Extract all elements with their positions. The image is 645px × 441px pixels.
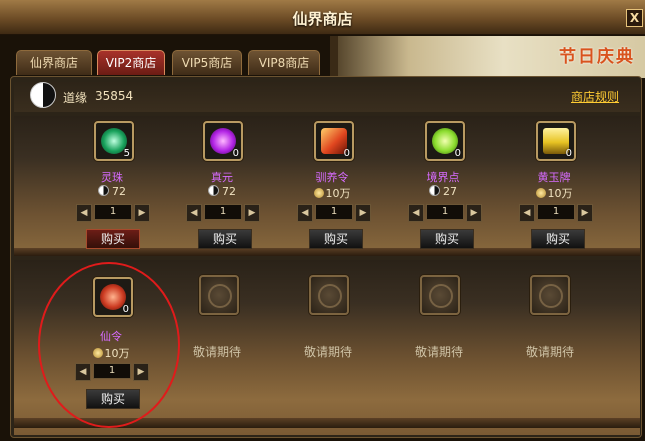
seal-icon: [429, 284, 453, 308]
item-count: 0: [343, 148, 350, 159]
quantity-stepper[interactable]: ◀ 1 ▶: [297, 204, 371, 222]
coin-icon: [313, 188, 324, 198]
quantity-stepper[interactable]: ◀ 1 ▶: [76, 204, 150, 222]
buy-button[interactable]: 购买: [309, 229, 363, 249]
quantity-input[interactable]: 1: [204, 204, 242, 220]
currency-label: 道缘: [63, 91, 88, 105]
increase-button[interactable]: ▶: [355, 204, 371, 222]
quantity-input[interactable]: 1: [426, 204, 464, 220]
title-bar: 仙界商店 X: [0, 0, 645, 35]
red-annotation-circle: [38, 262, 180, 428]
tab-vip5-shop[interactable]: VIP5商店: [172, 50, 242, 75]
quantity-stepper[interactable]: ◀ 1 ▶: [408, 204, 482, 222]
item-count: 0: [454, 148, 461, 159]
increase-button[interactable]: ▶: [577, 204, 593, 222]
seal-icon: [539, 284, 563, 308]
buy-button[interactable]: 购买: [86, 229, 140, 249]
tab-immortal-shop[interactable]: 仙界商店: [16, 50, 92, 75]
buy-button[interactable]: 购买: [531, 229, 585, 249]
coming-soon-label: 敬请期待: [414, 345, 463, 359]
item-count: 0: [232, 148, 239, 159]
tab-vip2-shop[interactable]: VIP2商店: [97, 50, 165, 75]
taiji-icon: [429, 185, 440, 196]
quantity-stepper[interactable]: ◀ 1 ▶: [519, 204, 593, 222]
shop-rules-link[interactable]: 商店规则: [571, 88, 619, 105]
close-button[interactable]: X: [626, 9, 643, 27]
coming-soon-label: 敬请期待: [192, 345, 241, 359]
buy-button[interactable]: 购买: [420, 229, 474, 249]
decrease-button[interactable]: ◀: [408, 204, 424, 222]
quantity-input[interactable]: 1: [315, 204, 353, 220]
taiji-icon: [98, 185, 109, 196]
item-slot-xunyangling[interactable]: 0: [314, 121, 354, 161]
banner-rim: [330, 36, 338, 78]
item-name: 真元: [211, 171, 233, 184]
seal-icon: [318, 284, 342, 308]
currency-value: 35854: [95, 89, 134, 103]
shelf-row-1-lip: [14, 248, 640, 256]
banner-text: 节日庆典: [559, 47, 635, 67]
item-price: 10万: [509, 185, 599, 201]
quantity-input[interactable]: 1: [94, 204, 132, 220]
item-name: 灵珠: [101, 171, 123, 184]
decrease-button[interactable]: ◀: [297, 204, 313, 222]
item-name: 境界点: [426, 171, 460, 184]
item-name: 驯养令: [315, 171, 349, 184]
empty-slot: [530, 275, 570, 315]
holiday-banner: 节日庆典: [330, 36, 645, 78]
item-price: 27: [398, 185, 488, 198]
item-price: 72: [177, 185, 267, 198]
empty-slot: [199, 275, 239, 315]
empty-slot: [420, 275, 460, 315]
decrease-button[interactable]: ◀: [76, 204, 92, 222]
item-price: 72: [67, 185, 157, 198]
item-slot-huangyupai[interactable]: 0: [536, 121, 576, 161]
taiji-icon: [208, 185, 219, 196]
item-slot-jingjiedian[interactable]: 0: [425, 121, 465, 161]
item-name: 黄玉牌: [537, 171, 571, 184]
item-price: 10万: [287, 185, 377, 201]
decrease-button[interactable]: ◀: [519, 204, 535, 222]
coming-soon-label: 敬请期待: [303, 345, 352, 359]
item-slot-lingzhu[interactable]: 5: [94, 121, 134, 161]
coming-soon-label: 敬请期待: [525, 345, 574, 359]
window-title: 仙界商店: [292, 10, 353, 28]
increase-button[interactable]: ▶: [466, 204, 482, 222]
taiji-icon: [30, 82, 56, 108]
quantity-input[interactable]: 1: [537, 204, 575, 220]
item-slot-zhenyuan[interactable]: 0: [203, 121, 243, 161]
item-count: 0: [565, 148, 572, 159]
quantity-stepper[interactable]: ◀ 1 ▶: [186, 204, 260, 222]
buy-button[interactable]: 购买: [198, 229, 252, 249]
empty-slot: [309, 275, 349, 315]
coin-icon: [535, 188, 546, 198]
decrease-button[interactable]: ◀: [186, 204, 202, 222]
increase-button[interactable]: ▶: [134, 204, 150, 222]
increase-button[interactable]: ▶: [244, 204, 260, 222]
seal-icon: [208, 284, 232, 308]
tab-vip8-shop[interactable]: VIP8商店: [248, 50, 320, 75]
item-count: 5: [123, 148, 130, 159]
